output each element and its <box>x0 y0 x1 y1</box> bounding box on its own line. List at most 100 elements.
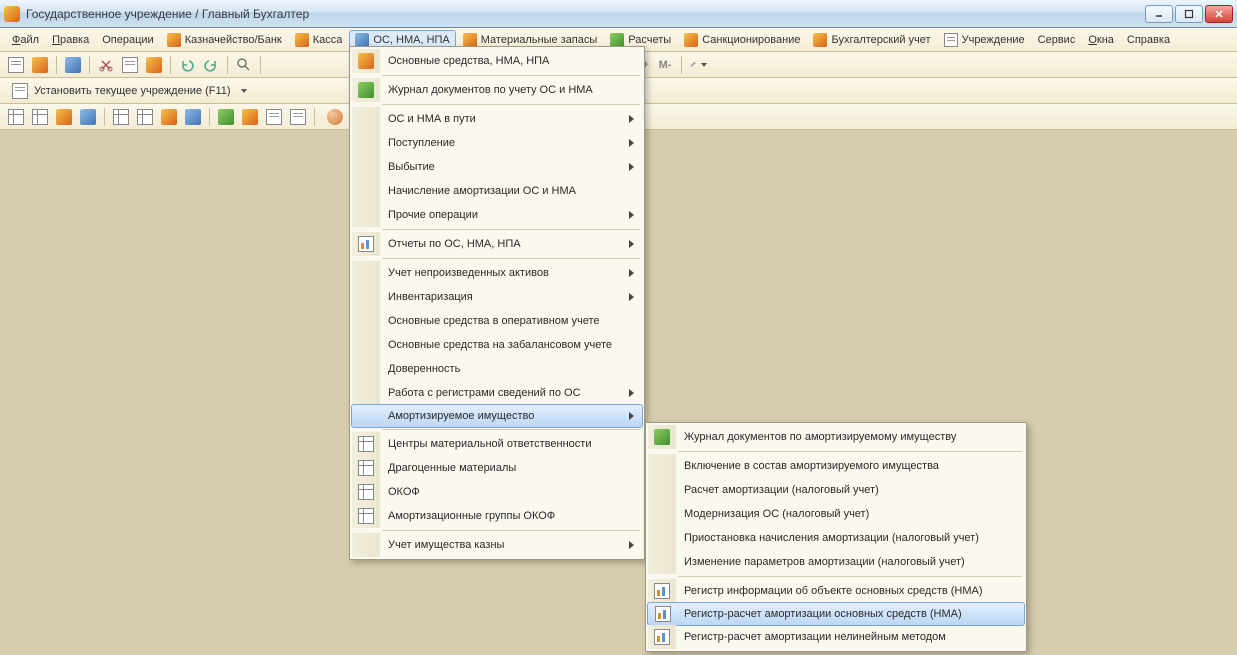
menu-kassa[interactable]: Касса <box>289 30 349 50</box>
mi-receipt[interactable]: Поступление <box>352 131 642 155</box>
submenu-arrow-icon <box>629 211 634 219</box>
mi-okof[interactable]: ОКОФ <box>352 480 642 504</box>
panel-button-7[interactable] <box>159 107 179 127</box>
chart-icon <box>654 629 670 645</box>
chart-icon <box>654 583 670 599</box>
new-doc-button[interactable] <box>6 55 26 75</box>
mi-os-operative[interactable]: Основные средства в оперативном учете <box>352 309 642 333</box>
cut-button[interactable] <box>96 55 116 75</box>
table-icon <box>8 109 24 125</box>
kassa-icon <box>295 33 309 47</box>
people-icon <box>327 109 343 125</box>
panel-button-11[interactable] <box>264 107 284 127</box>
menu-operations[interactable]: Операции <box>96 31 159 49</box>
panel-button-10[interactable] <box>240 107 260 127</box>
paste-button[interactable] <box>144 55 164 75</box>
doc-icon <box>266 109 282 125</box>
mi2-reg-calc-os[interactable]: Регистр-расчет амортизации основных сред… <box>647 602 1025 626</box>
menu-windows[interactable]: Окна <box>1082 31 1120 49</box>
menu-service[interactable]: Сервис <box>1032 31 1082 49</box>
table-icon <box>32 109 48 125</box>
panel-button-2[interactable] <box>30 107 50 127</box>
submenu-arrow-icon <box>629 269 634 277</box>
mi-amortizable-property[interactable]: Амортизируемое имущество <box>351 404 643 428</box>
panel-button-12[interactable] <box>288 107 308 127</box>
open-button[interactable] <box>30 55 50 75</box>
doc-icon <box>12 83 28 99</box>
chart-icon <box>358 236 374 252</box>
mi2-journal[interactable]: Журнал документов по амортизируемому иму… <box>648 425 1024 449</box>
mi-okof-groups[interactable]: Амортизационные группы ОКОФ <box>352 504 642 528</box>
maximize-button[interactable] <box>1175 5 1203 23</box>
minimize-button[interactable] <box>1145 5 1173 23</box>
table-icon <box>137 109 153 125</box>
mi-os-transit[interactable]: ОС и НМА в пути <box>352 107 642 131</box>
undo-button[interactable] <box>177 55 197 75</box>
submenu-arrow-icon <box>629 389 634 397</box>
table-icon <box>358 484 374 500</box>
menu-sanct[interactable]: Санкционирование <box>678 30 806 50</box>
mi-inventory[interactable]: Инвентаризация <box>352 285 642 309</box>
mi-depreciation[interactable]: Начисление амортизации ОС и НМА <box>352 179 642 203</box>
menu-file[interactable]: Файл <box>6 31 45 49</box>
menu-separator <box>382 429 640 430</box>
cut-icon <box>98 57 114 73</box>
mminus-button[interactable]: М- <box>655 55 675 75</box>
mi-reports-os[interactable]: Отчеты по ОС, НМА, НПА <box>352 232 642 256</box>
menu-separator <box>382 75 640 76</box>
set-institution-button[interactable]: Установить текущее учреждение (F11) <box>6 81 253 101</box>
menu-separator <box>382 229 640 230</box>
mi-precious-materials[interactable]: Драгоценные материалы <box>352 456 642 480</box>
mi-os-offbalance[interactable]: Основные средства на забалансовом учете <box>352 333 642 357</box>
mi-poa[interactable]: Доверенность <box>352 357 642 381</box>
mi2-calc-deprec[interactable]: Расчет амортизации (налоговый учет) <box>648 478 1024 502</box>
mi2-include[interactable]: Включение в состав амортизируемого имуще… <box>648 454 1024 478</box>
menu-treasury[interactable]: Казначейство/Банк <box>161 30 288 50</box>
mi2-reg-calc-nonlinear[interactable]: Регистр-расчет амортизации нелинейным ме… <box>648 625 1024 649</box>
panel-button-9[interactable] <box>216 107 236 127</box>
panel-button-5[interactable] <box>111 107 131 127</box>
journal-icon <box>358 82 374 98</box>
institution-icon <box>944 33 958 47</box>
mi2-modernization[interactable]: Модернизация ОС (налоговый учет) <box>648 502 1024 526</box>
redo-button[interactable] <box>201 55 221 75</box>
save-button[interactable] <box>63 55 83 75</box>
separator <box>260 56 261 74</box>
close-button[interactable] <box>1205 5 1233 23</box>
mi2-change-params[interactable]: Изменение параметров амортизации (налого… <box>648 550 1024 574</box>
separator <box>104 108 105 126</box>
submenu-arrow-icon <box>629 293 634 301</box>
panel-button-1[interactable] <box>6 107 26 127</box>
mi-nonprod-assets[interactable]: Учет непроизведенных активов <box>352 261 642 285</box>
submenu-arrow-icon <box>629 412 634 420</box>
menu-separator <box>382 530 640 531</box>
mi-os-main[interactable]: Основные средства, НМА, НПА <box>352 49 642 73</box>
search-button[interactable] <box>234 55 254 75</box>
stocks-icon <box>463 33 477 47</box>
menu-accounting[interactable]: Бухгалтерский учет <box>807 30 936 50</box>
panel-button-3[interactable] <box>54 107 74 127</box>
menu-institution[interactable]: Учреждение <box>938 30 1031 50</box>
submenu-arrow-icon <box>629 139 634 147</box>
mi-treasury-property[interactable]: Учет имущества казны <box>352 533 642 557</box>
mi2-suspend[interactable]: Приостановка начисления амортизации (нал… <box>648 526 1024 550</box>
separator <box>56 56 57 74</box>
mi-registers[interactable]: Работа с регистрами сведений по ОС <box>352 381 642 405</box>
new-doc-icon <box>8 57 24 73</box>
panel-button-4[interactable] <box>78 107 98 127</box>
truck-icon <box>358 53 374 69</box>
paste-icon <box>146 57 162 73</box>
mi2-reg-info[interactable]: Регистр информации об объекте основных с… <box>648 579 1024 603</box>
mi-journal-os[interactable]: Журнал документов по учету ОС и НМА <box>352 78 642 102</box>
os-icon <box>355 33 369 47</box>
panel-button-8[interactable] <box>183 107 203 127</box>
settings-button[interactable] <box>688 55 708 75</box>
mi-disposal[interactable]: Выбытие <box>352 155 642 179</box>
menu-edit[interactable]: Правка <box>46 31 95 49</box>
copy-button[interactable] <box>120 55 140 75</box>
menu-help[interactable]: Справка <box>1121 31 1176 49</box>
mi-other-ops[interactable]: Прочие операции <box>352 203 642 227</box>
panel-button-6[interactable] <box>135 107 155 127</box>
mi-responsibility-centers[interactable]: Центры материальной ответственности <box>352 432 642 456</box>
panel-icon <box>185 109 201 125</box>
